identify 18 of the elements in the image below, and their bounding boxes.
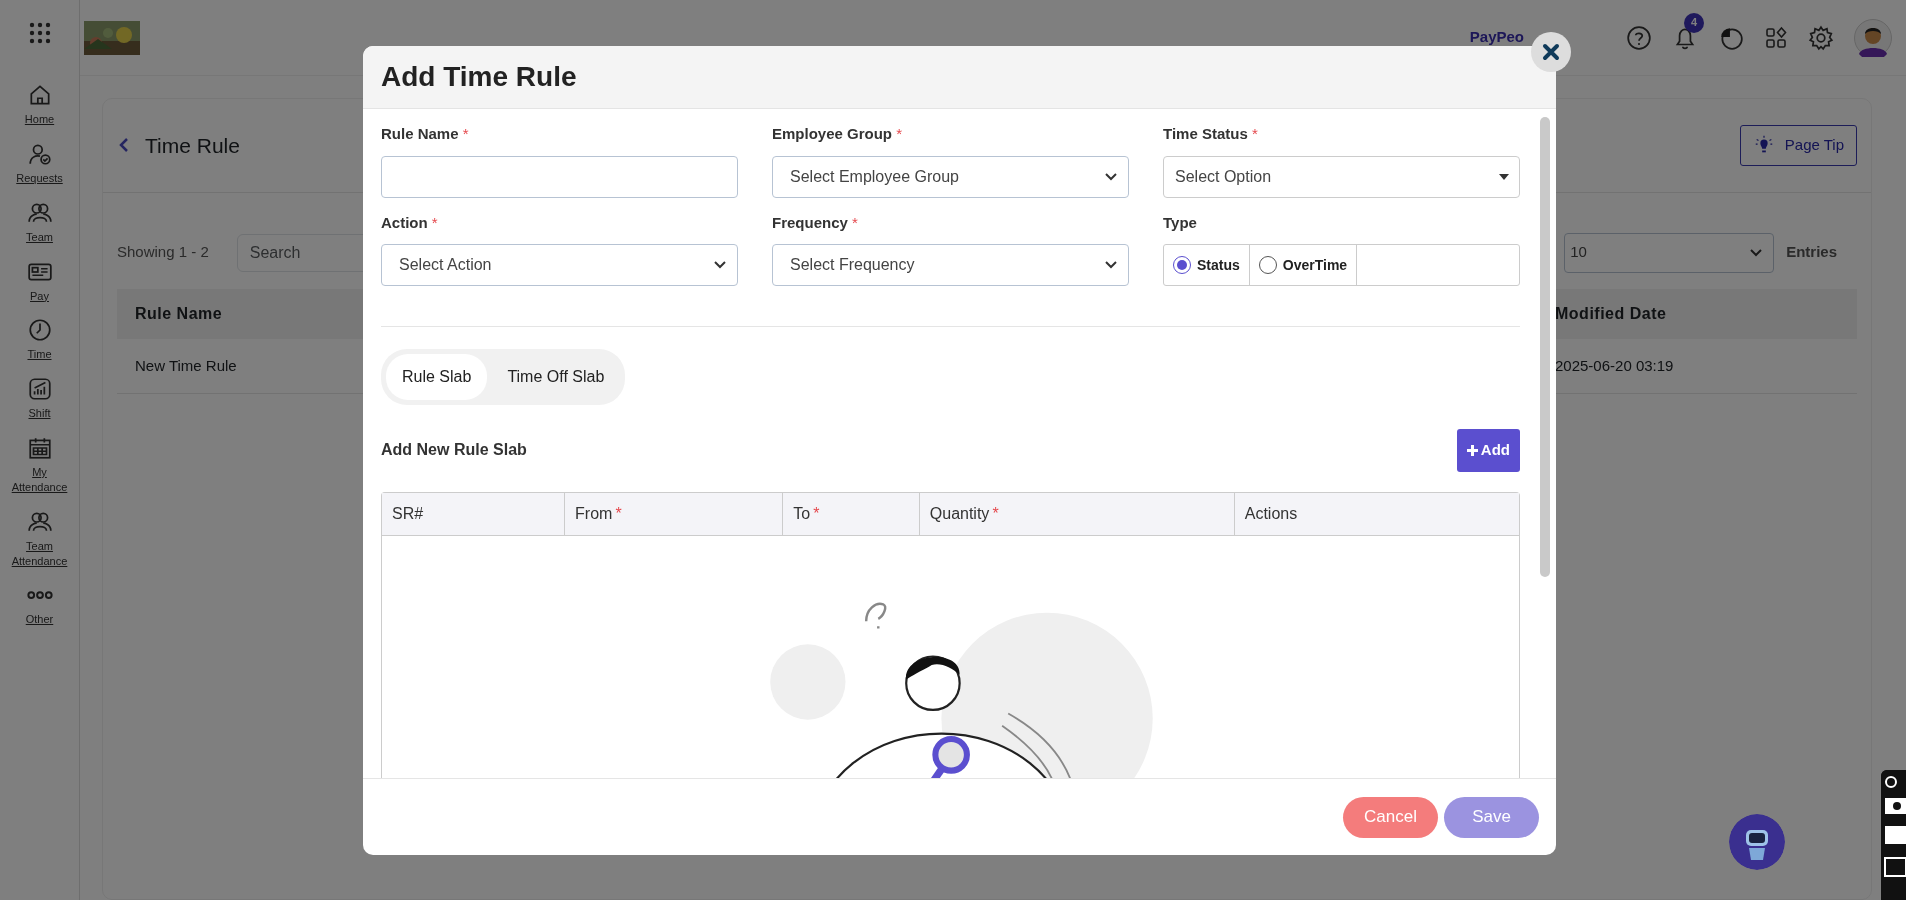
column-header: Actions	[1243, 503, 1299, 524]
field-label: Type	[1163, 212, 1198, 233]
entries-label: Entries	[1786, 242, 1837, 263]
page-title: Time Rule	[145, 132, 240, 158]
column-header: To *	[783, 492, 920, 535]
field-label: Rule Name *	[381, 124, 470, 144]
notification-badge: 4	[1684, 12, 1704, 33]
section-title: Add New Rule Slab	[381, 440, 527, 461]
field-label: Time Status *	[1163, 124, 1259, 144]
brand-name: PayPeo	[1469, 27, 1524, 48]
column-header: From *	[565, 492, 784, 535]
field-label: Frequency *	[772, 212, 859, 233]
column-header: SR#	[382, 492, 566, 535]
dialog-title: Add Time Rule	[381, 60, 577, 94]
column-header: Quantity *	[919, 492, 1235, 535]
field-label: Action *	[381, 212, 439, 233]
field-label: Employee Group *	[772, 124, 904, 144]
record-count: Showing 1 - 2	[117, 242, 209, 263]
